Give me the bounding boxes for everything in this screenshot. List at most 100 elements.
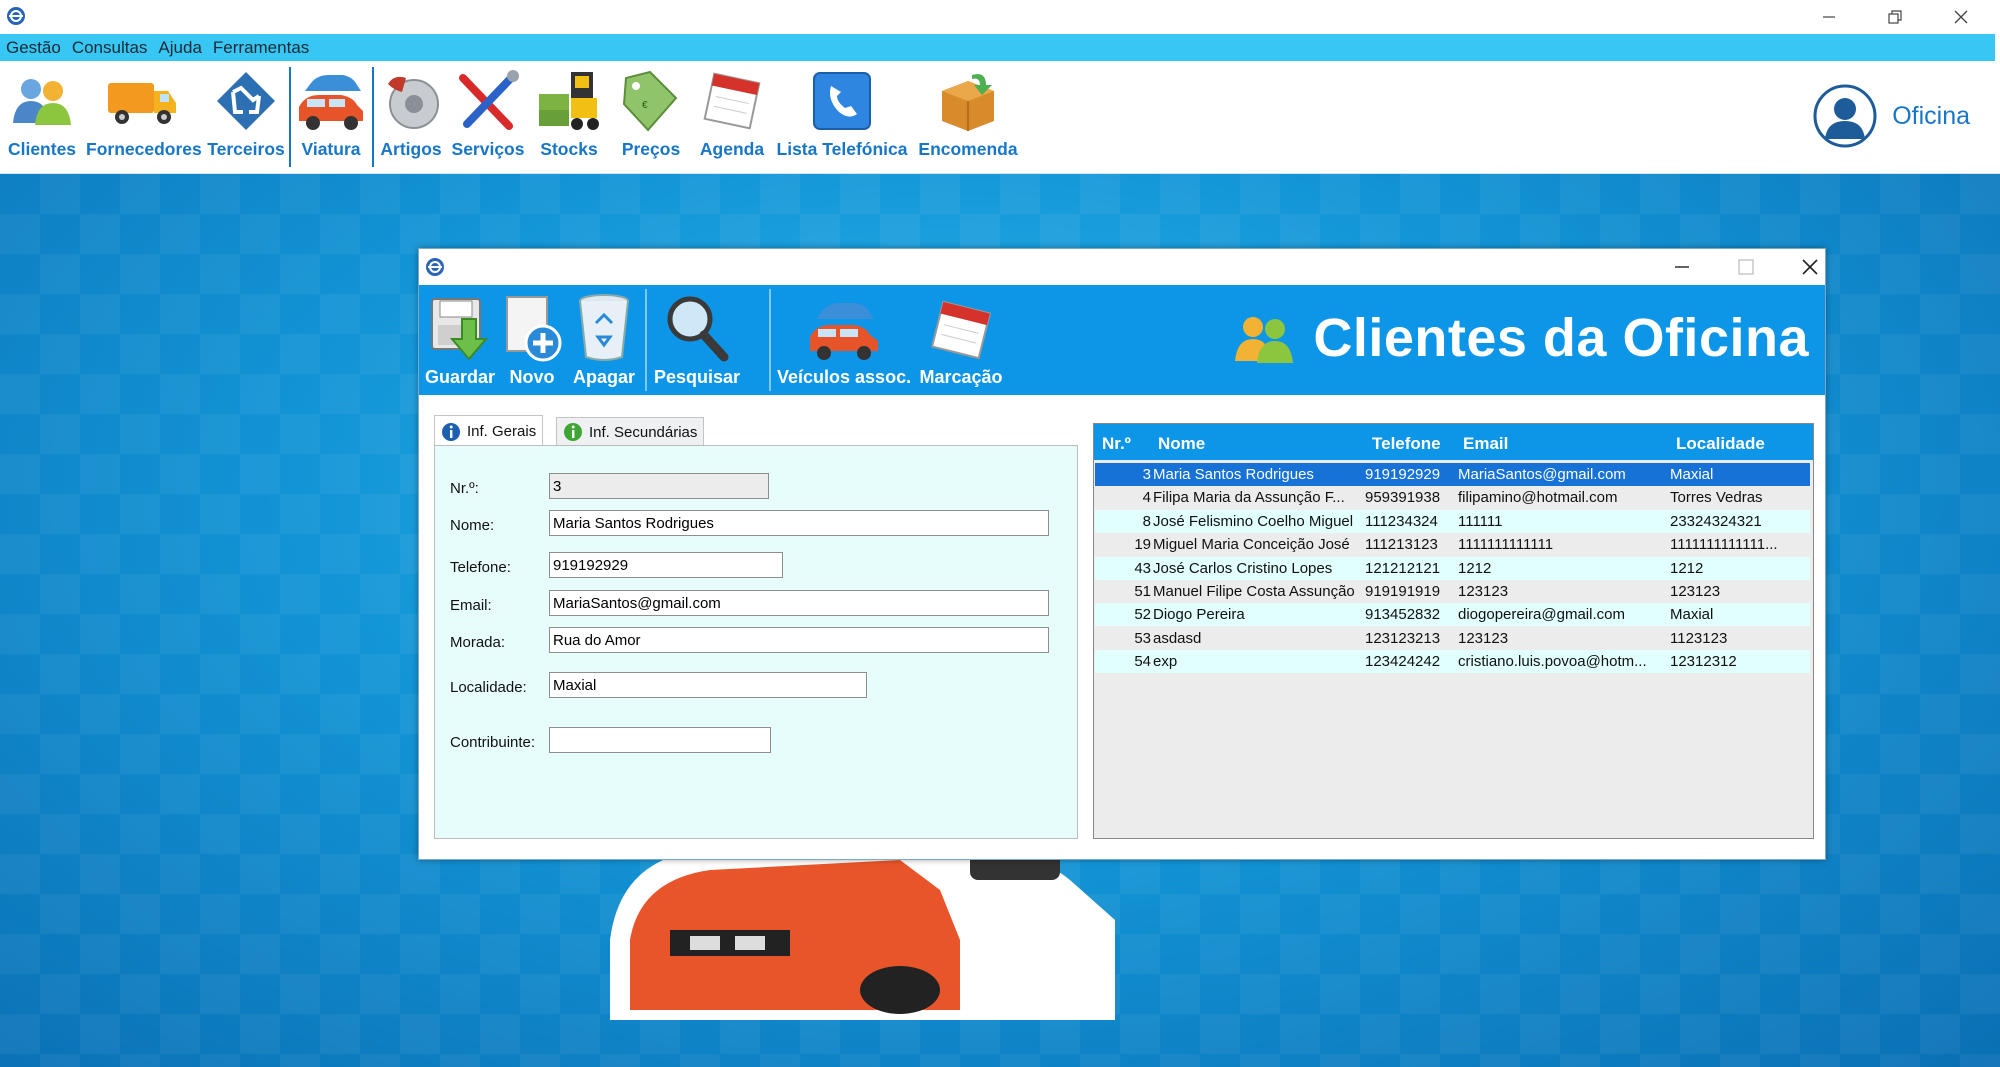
grid-header: Nr.º Nome Telefone Email Localidade bbox=[1094, 424, 1813, 460]
toolbar-stocks-button[interactable]: Stocks bbox=[534, 65, 604, 160]
column-header-nr[interactable]: Nr.º bbox=[1102, 434, 1131, 454]
cell-localidade: 1111111111111... bbox=[1670, 536, 1778, 554]
column-header-telefone[interactable]: Telefone bbox=[1372, 434, 1441, 454]
tab-inf-secundarias[interactable]: Inf. Secundárias bbox=[556, 417, 705, 447]
cell-nr: 8 bbox=[1142, 512, 1151, 530]
novo-button[interactable]: Novo bbox=[501, 287, 563, 388]
toolbar-servicos-label: Serviços bbox=[451, 139, 525, 159]
email-label: Email: bbox=[450, 597, 492, 614]
recycle-bin-icon bbox=[579, 294, 629, 361]
minimize-icon bbox=[1675, 266, 1689, 268]
app-icon bbox=[7, 7, 25, 25]
toolbar-lista-telefonica-button[interactable]: Lista Telefónica bbox=[776, 65, 908, 160]
table-row[interactable]: 52 Diogo Pereira 913452832 diogopereira@gma… bbox=[1095, 603, 1810, 627]
restore-icon bbox=[1888, 10, 1902, 24]
cell-nome: asdasd bbox=[1153, 629, 1202, 647]
user-area[interactable]: Oficina bbox=[1812, 83, 1970, 149]
dialog-minimize-button[interactable] bbox=[1653, 249, 1711, 285]
menu-ajuda[interactable]: Ajuda bbox=[152, 34, 206, 58]
cars-icon bbox=[810, 303, 878, 360]
morada-field[interactable] bbox=[549, 627, 1049, 653]
dialog-app-icon bbox=[426, 258, 444, 276]
cell-telefone: 959391938 bbox=[1365, 489, 1441, 507]
cell-localidade: Torres Vedras bbox=[1670, 489, 1763, 507]
cell-localidade: 123123 bbox=[1670, 583, 1721, 600]
toolbar-artigos-button[interactable]: Artigos bbox=[378, 65, 444, 160]
menu-consultas[interactable]: Consultas bbox=[66, 34, 153, 58]
cell-email: cristiano.luis.povoa@hotm... bbox=[1458, 653, 1647, 671]
table-row[interactable]: 4 Filipa Maria da Assunção F... 959391938 f… bbox=[1095, 486, 1810, 509]
pesquisar-button[interactable]: Pesquisar bbox=[649, 287, 745, 388]
toolbar-fornecedores-label: Fornecedores bbox=[86, 139, 202, 159]
close-button[interactable] bbox=[1932, 0, 1990, 34]
toolbar-lista-telefonica-label: Lista Telefónica bbox=[776, 139, 908, 159]
cell-nome: Maria Santos Rodrigues bbox=[1153, 466, 1314, 483]
cell-nr: 53 bbox=[1134, 629, 1151, 647]
info-icon bbox=[442, 422, 460, 441]
nr-field[interactable] bbox=[549, 473, 769, 499]
dialog-close-button[interactable] bbox=[1781, 249, 1839, 285]
guardar-button[interactable]: Guardar bbox=[423, 287, 497, 388]
dialog-toolbar-separator bbox=[769, 289, 771, 391]
dialog-title: Clientes da Oficina bbox=[1313, 308, 1809, 368]
dialog-toolbar-separator bbox=[645, 289, 647, 391]
menu-bar: Gestão Consultas Ajuda Ferramentas bbox=[0, 34, 1995, 61]
column-header-email[interactable]: Email bbox=[1463, 434, 1508, 454]
contribuinte-field[interactable] bbox=[549, 727, 771, 753]
cell-nome: Diogo Pereira bbox=[1153, 606, 1245, 624]
cell-nr: 54 bbox=[1134, 653, 1151, 671]
tools-icon bbox=[459, 70, 519, 130]
cell-telefone: 919192929 bbox=[1365, 466, 1441, 483]
table-row[interactable]: 8 José Felismino Coelho Miguel 111234324 11… bbox=[1095, 509, 1810, 533]
cell-telefone: 111213123 bbox=[1365, 536, 1438, 554]
toolbar-encomenda-button[interactable]: Encomenda bbox=[914, 65, 1022, 160]
toolbar-agenda-button[interactable]: Agenda bbox=[696, 65, 768, 160]
cell-email: MariaSantos@gmail.com bbox=[1458, 466, 1626, 483]
apagar-button[interactable]: Apagar bbox=[569, 287, 639, 388]
table-row[interactable]: 53 asdasd 123123213 123123 1123123 bbox=[1095, 627, 1810, 650]
minimize-button[interactable] bbox=[1800, 0, 1858, 34]
column-header-nome[interactable]: Nome bbox=[1158, 434, 1205, 454]
table-row[interactable]: 19 Miguel Maria Conceição José 111213123 11… bbox=[1095, 533, 1810, 556]
cell-email: 123123 bbox=[1458, 629, 1509, 647]
save-icon bbox=[431, 298, 489, 361]
toolbar-clientes-button[interactable]: Clientes bbox=[6, 65, 78, 160]
cell-telefone: 123123213 bbox=[1365, 629, 1441, 647]
toolbar-servicos-button[interactable]: Serviços bbox=[450, 65, 526, 160]
cell-email: 1212 bbox=[1458, 559, 1492, 577]
clientes-grid[interactable]: Nr.º Nome Telefone Email Localidade 3 Mar… bbox=[1093, 423, 1814, 839]
menu-ferramentas[interactable]: Ferramentas bbox=[207, 34, 314, 58]
guardar-label: Guardar bbox=[424, 367, 496, 387]
toolbar-agenda-label: Agenda bbox=[699, 139, 765, 159]
table-row[interactable]: 54 exp 123424242 cristiano.luis.povoa@hotm.… bbox=[1095, 650, 1810, 674]
user-name: Oficina bbox=[1892, 101, 1970, 130]
handshake-icon bbox=[217, 72, 275, 130]
dialog-maximize-button[interactable] bbox=[1717, 249, 1775, 285]
table-row[interactable]: 3 Maria Santos Rodrigues 919192929 MariaSan… bbox=[1095, 463, 1810, 486]
toolbar-precos-button[interactable]: € Preços bbox=[616, 65, 686, 160]
localidade-field[interactable] bbox=[549, 672, 867, 698]
menu-gestao[interactable]: Gestão bbox=[0, 34, 66, 58]
users-icon bbox=[13, 79, 71, 125]
cell-nr: 3 bbox=[1142, 466, 1151, 483]
table-row[interactable]: 43 José Carlos Cristino Lopes 121212121 121… bbox=[1095, 556, 1810, 580]
toolbar-terceiros-button[interactable]: Terceiros bbox=[206, 65, 286, 160]
table-row[interactable]: 51 Manuel Filipe Costa Assunção 919191919 1… bbox=[1095, 580, 1810, 603]
dialog-heading: Clientes da Oficina bbox=[1229, 307, 1809, 369]
cell-localidade: 23324324321 bbox=[1670, 512, 1762, 530]
tab-inf-gerais[interactable]: Inf. Gerais bbox=[434, 415, 544, 448]
veiculos-assoc-button[interactable]: Veículos assoc. bbox=[777, 287, 911, 388]
toolbar-fornecedores-button[interactable]: Fornecedores bbox=[86, 65, 202, 160]
clientes-dialog: Guardar Novo Apagar Pesquisar Veículos a… bbox=[418, 248, 1826, 860]
nome-field[interactable] bbox=[549, 510, 1049, 536]
cell-telefone: 123424242 bbox=[1365, 653, 1441, 671]
toolbar-artigos-label: Artigos bbox=[380, 139, 442, 159]
email-field[interactable] bbox=[549, 590, 1049, 616]
marcacao-button[interactable]: Marcação bbox=[915, 287, 1007, 388]
toolbar-viatura-button[interactable]: Viatura bbox=[294, 65, 368, 160]
toolbar-stocks-label: Stocks bbox=[540, 139, 598, 159]
telefone-field[interactable] bbox=[549, 552, 783, 578]
column-header-localidade[interactable]: Localidade bbox=[1676, 434, 1765, 454]
new-document-icon bbox=[506, 296, 562, 362]
restore-button[interactable] bbox=[1866, 0, 1924, 34]
